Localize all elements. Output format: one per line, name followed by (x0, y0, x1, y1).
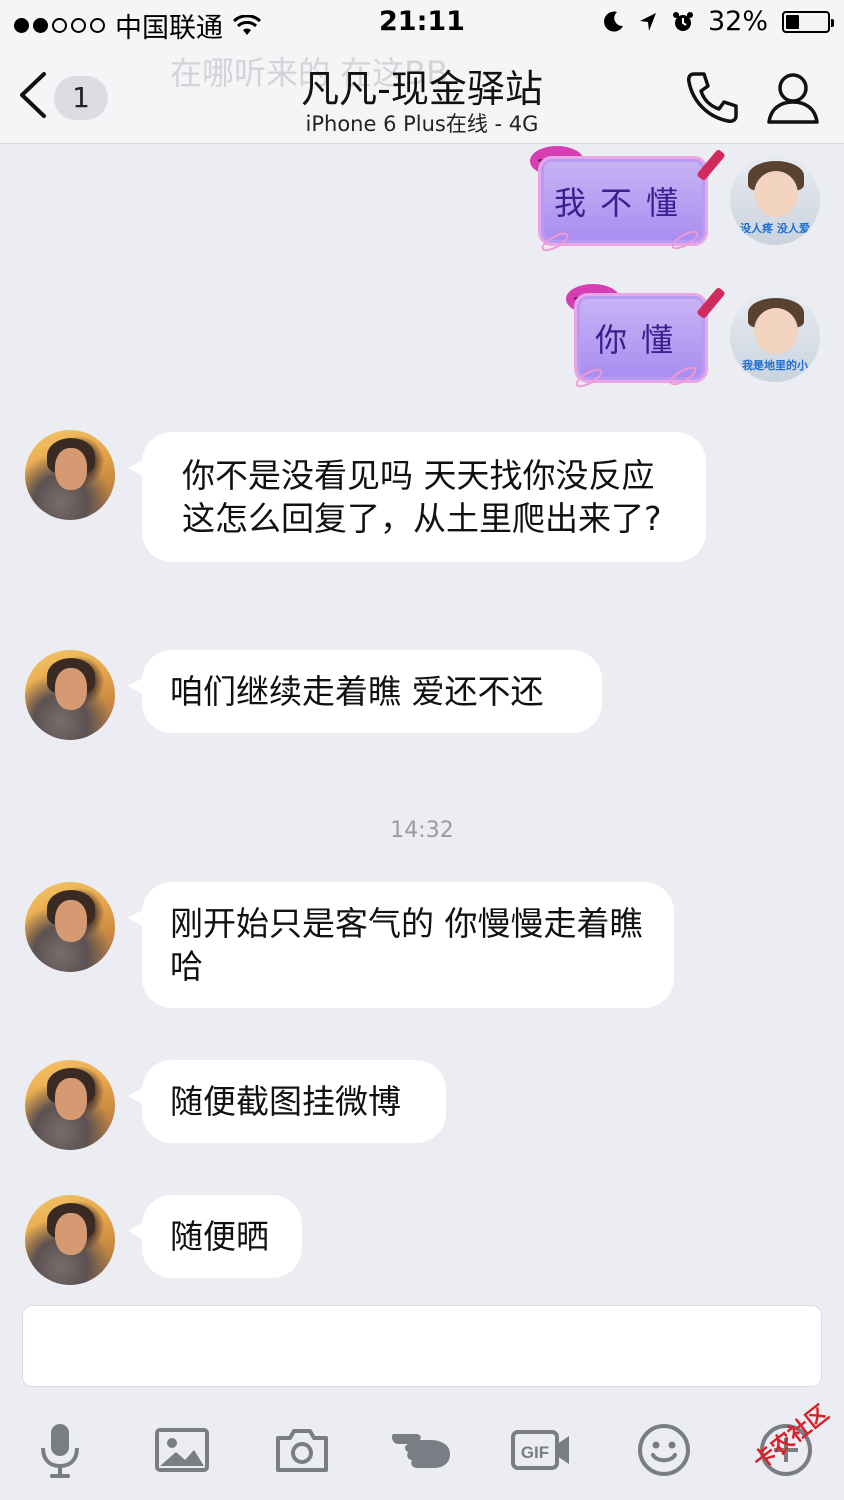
contact-avatar[interactable] (25, 882, 115, 972)
message-bubble[interactable]: 刚开始只是客气的 你慢慢走着瞧哈 (128, 882, 674, 1008)
moon-icon (604, 11, 623, 32)
alarm-icon (672, 11, 693, 31)
message-bubble[interactable]: 你不是没看见吗 天天找你没反应 这怎么回复了，从土里爬出来了? (128, 432, 706, 562)
message-bubble[interactable]: 随便截图挂微博 (128, 1060, 446, 1143)
microphone-icon[interactable] (30, 1420, 90, 1480)
chat-timestamp: 14:32 (390, 818, 454, 843)
battery-fill (786, 14, 799, 29)
contact-avatar[interactable] (25, 430, 115, 520)
avatar-caption: 没人疼 没人爱 (740, 222, 810, 235)
camera-icon[interactable] (272, 1420, 332, 1480)
message-bubble[interactable]: 随便晒 (128, 1195, 302, 1278)
phone-call-icon[interactable] (684, 68, 742, 126)
emoji-icon[interactable] (634, 1420, 694, 1480)
avatar-caption: 我是地里的小 (742, 359, 808, 372)
my-avatar[interactable]: 没人疼 没人爱 (730, 155, 820, 245)
gif-icon[interactable]: GIF (510, 1420, 572, 1480)
profile-icon[interactable] (764, 68, 822, 126)
image-icon[interactable] (152, 1420, 212, 1480)
message-input[interactable] (22, 1305, 822, 1387)
message-bubble[interactable]: 咱们继续走着瞧 爱还不还 (128, 650, 602, 733)
poke-icon[interactable] (390, 1420, 454, 1480)
status-right: 32% (604, 6, 834, 37)
input-toolbar: GIF (0, 1400, 844, 1500)
contact-avatar[interactable] (25, 650, 115, 740)
my-avatar[interactable]: 我是地里的小 (730, 292, 820, 382)
gif-label: GIF (521, 1443, 549, 1462)
battery-percent: 32% (707, 6, 768, 37)
chat-header: 在哪听来的 在这BB 1 凡凡-现金驿站 iPhone 6 Plus在线 - 4… (0, 46, 844, 144)
battery-icon (782, 10, 834, 33)
location-arrow-icon (639, 12, 656, 31)
contact-avatar[interactable] (25, 1060, 115, 1150)
contact-avatar[interactable] (25, 1195, 115, 1285)
status-bar: 中国联通 21:11 32% (0, 0, 844, 46)
